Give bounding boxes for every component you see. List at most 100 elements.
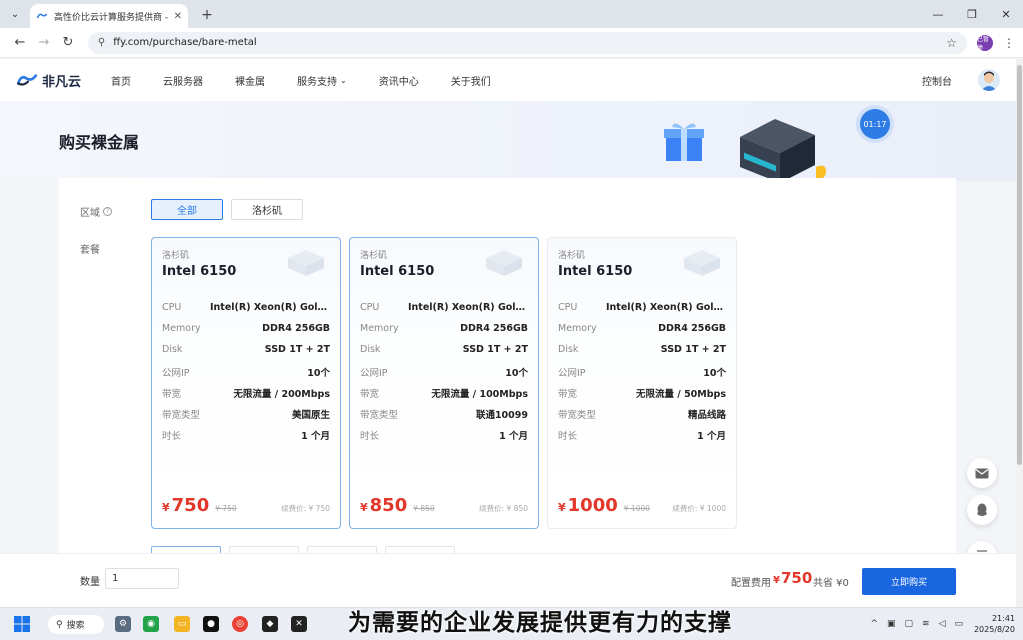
wifi-icon[interactable]: ≋: [922, 619, 930, 629]
plan-card[interactable]: 洛杉矶 Intel 6150 CPU Intel(R) Xeon(R) Gold …: [547, 237, 737, 529]
price-amount: 750: [171, 495, 210, 516]
windows-start-icon[interactable]: [14, 616, 30, 632]
server-illustration-icon: [740, 119, 826, 181]
plan-card[interactable]: 洛杉矶 Intel 6150 CPU Intel(R) Xeon(R) Gold …: [349, 237, 539, 529]
settings-icon[interactable]: ⚙: [115, 616, 131, 632]
close-icon[interactable]: ✕: [174, 11, 182, 22]
scrollbar-thumb[interactable]: [1017, 65, 1022, 465]
cost-amount: 750: [780, 569, 813, 587]
taskbar-clock[interactable]: 21:41 2025/8/20: [974, 613, 1015, 635]
tab-search-button[interactable]: ⌄: [4, 3, 26, 25]
tray-chevron-icon[interactable]: ^: [870, 619, 878, 629]
package-label: 套餐: [80, 245, 100, 256]
nav-about[interactable]: 关于我们: [451, 73, 491, 88]
address-bar[interactable]: ⚲ ffy.com/purchase/bare-metal ☆: [87, 31, 967, 54]
qq-penguin-icon: [977, 503, 987, 516]
spec-row-memory: Memory DDR4 256GB: [162, 323, 330, 334]
spec-row-bw-type: 带宽类型 精品线路: [558, 407, 726, 421]
spec-value: 无限流量 / 200Mbps: [233, 389, 330, 400]
profile-avatar[interactable]: 已暂停: [977, 34, 993, 52]
reload-icon[interactable]: ↻: [56, 35, 80, 50]
address-url[interactable]: ffy.com/purchase/bare-metal: [113, 37, 938, 48]
tray-app-icon[interactable]: ▢: [905, 619, 914, 629]
page-scrollbar[interactable]: [1016, 59, 1023, 607]
site-info-icon[interactable]: ⚲: [98, 37, 105, 48]
spec-row-duration: 时长 1 个月: [558, 428, 726, 442]
app-icon[interactable]: ◆: [262, 616, 278, 632]
user-avatar[interactable]: [978, 69, 1000, 91]
spec-row-memory: Memory DDR4 256GB: [360, 323, 528, 334]
nav-support[interactable]: 服务支持 ⌄: [297, 73, 347, 88]
buy-now-button[interactable]: 立即购买: [862, 568, 956, 595]
price-row: ¥750 ¥ 750 续费价: ¥ 750: [162, 495, 330, 516]
nav-home[interactable]: 首页: [111, 73, 131, 88]
spec-row-disk: Disk SSD 1T + 2T: [360, 344, 528, 355]
forward-icon[interactable]: →: [32, 35, 56, 50]
wechat-icon[interactable]: ◉: [143, 616, 159, 632]
nav-cloud-server[interactable]: 云服务器: [163, 73, 203, 88]
region-la-button[interactable]: 洛杉矶: [231, 199, 303, 220]
spec-key: Disk: [360, 344, 381, 355]
folder-icon[interactable]: ▭: [174, 616, 190, 632]
server-watermark-icon: [486, 250, 522, 276]
browser-tabbar: ⌄ 高性价比云计算服务提供商 - 非 ✕ + — ❐ ✕: [0, 0, 1023, 28]
minimize-icon[interactable]: —: [921, 0, 955, 28]
console-link[interactable]: 控制台: [922, 73, 952, 88]
spec-value: Intel(R) Xeon(R) Gold 6150: [210, 302, 330, 313]
card-price: ¥750: [162, 495, 209, 516]
price-amount: 850: [369, 495, 408, 516]
spec-row-ip: 公网IP 10个: [162, 365, 330, 379]
qq-icon[interactable]: ●: [203, 616, 219, 632]
back-icon[interactable]: ←: [8, 35, 32, 50]
taskbar-search[interactable]: ⚲ 搜索: [48, 615, 104, 634]
browser-menu-icon[interactable]: ⋮: [1003, 36, 1015, 50]
spec-value: Intel(R) Xeon(R) Gold 6150: [408, 302, 528, 313]
spec-value: 1 个月: [697, 431, 726, 442]
spec-key: 带宽类型: [360, 410, 399, 421]
help-icon[interactable]: ?: [103, 207, 112, 216]
original-price: ¥ 850: [413, 504, 435, 513]
currency-symbol: ¥: [162, 501, 170, 514]
site-header: 非凡云 首页 云服务器 裸金属 服务支持 ⌄ 资讯中心 关于我们 控制台: [0, 59, 1016, 101]
mail-button[interactable]: [967, 458, 997, 488]
spec-value: SSD 1T + 2T: [462, 344, 528, 355]
spec-value: 无限流量 / 50Mbps: [635, 389, 726, 400]
chrome-icon[interactable]: ◎: [232, 616, 248, 632]
tray-app-icon[interactable]: ▣: [887, 619, 896, 629]
capcut-icon[interactable]: ✕: [291, 616, 307, 632]
spec-row-cpu: CPU Intel(R) Xeon(R) Gold 6150: [360, 302, 528, 313]
new-tab-button[interactable]: +: [196, 4, 218, 26]
saving-text: 共省 ¥0: [813, 578, 849, 589]
spec-key: 公网IP: [558, 368, 586, 379]
qq-button[interactable]: [967, 495, 997, 525]
plan-card[interactable]: 洛杉矶 Intel 6150 CPU Intel(R) Xeon(R) Gold …: [151, 237, 341, 529]
site-favicon-icon: [36, 13, 48, 19]
spec-key: 时长: [360, 431, 380, 442]
region-all-button[interactable]: 全部: [151, 199, 223, 220]
spec-row-disk: Disk SSD 1T + 2T: [558, 344, 726, 355]
region-label: 区域 ?: [80, 204, 112, 219]
bookmark-star-icon[interactable]: ☆: [946, 36, 957, 50]
battery-icon[interactable]: ▭: [954, 619, 963, 629]
page-title: 购买裸金属: [59, 133, 140, 152]
spec-key: 公网IP: [162, 368, 190, 379]
nav-news[interactable]: 资讯中心: [379, 73, 419, 88]
spec-value: SSD 1T + 2T: [264, 344, 330, 355]
spec-row-ip: 公网IP 10个: [360, 365, 528, 379]
clock-date: 2025/8/20: [973, 625, 1015, 634]
spec-value: Intel(R) Xeon(R) Gold 6150: [606, 302, 726, 313]
volume-icon[interactable]: ◁: [939, 619, 946, 629]
mail-icon: [975, 468, 989, 478]
original-price: ¥ 750: [215, 504, 237, 513]
browser-tab[interactable]: 高性价比云计算服务提供商 - 非 ✕: [30, 4, 188, 28]
site-logo[interactable]: 非凡云: [16, 71, 81, 90]
quantity-input[interactable]: [105, 568, 179, 589]
spec-row-bandwidth: 带宽 无限流量 / 200Mbps: [162, 386, 330, 400]
spec-key: CPU: [162, 302, 182, 313]
restore-icon[interactable]: ❐: [955, 0, 989, 28]
close-window-icon[interactable]: ✕: [989, 0, 1023, 28]
tab-title: 高性价比云计算服务提供商 - 非: [54, 12, 168, 23]
currency-symbol: ¥: [773, 575, 780, 586]
browser-toolbar: ← → ↻ ⚲ ffy.com/purchase/bare-metal ☆ 已暂…: [0, 28, 1023, 58]
nav-bare-metal[interactable]: 裸金属: [235, 73, 265, 88]
